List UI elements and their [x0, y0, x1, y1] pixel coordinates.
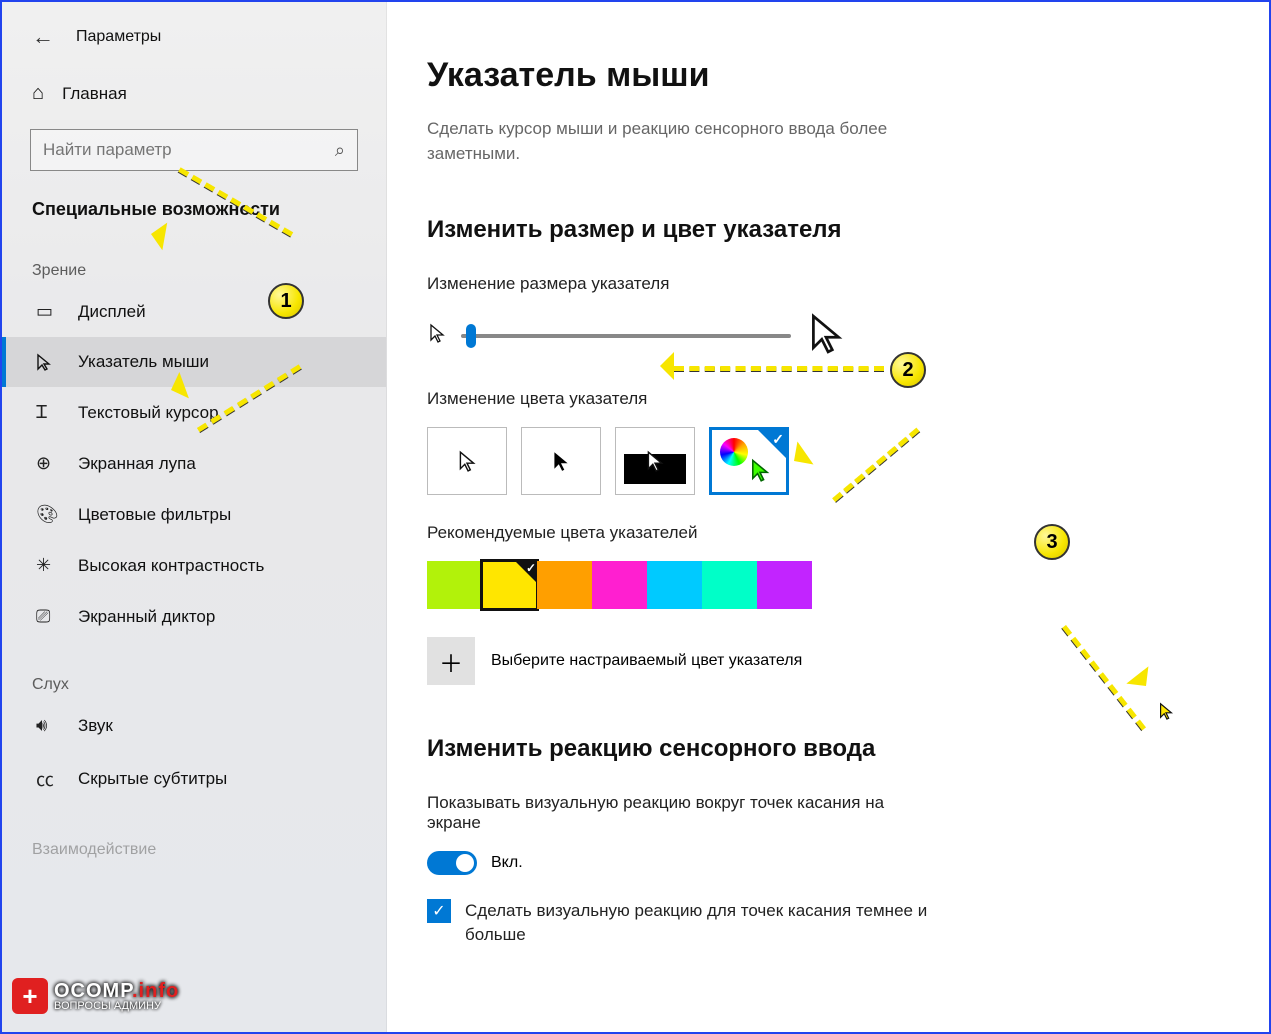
accessibility-title: Специальные возможности: [2, 189, 386, 228]
nav-magnifier[interactable]: ⊕ Экранная лупа: [2, 438, 386, 489]
pointer-color-black[interactable]: [521, 427, 601, 495]
category-hearing: Слух: [2, 642, 386, 700]
sidebar: ← Параметры ⌂ Главная ⌕ Специальные возм…: [2, 2, 387, 1032]
watermark-tagline: ВОПРОСЫ АДМИНУ: [54, 1001, 179, 1012]
back-arrow-icon[interactable]: ←: [32, 24, 54, 50]
category-interaction: Взаимодействие: [2, 807, 386, 865]
section-size-color: Изменить размер и цвет указателя: [427, 216, 1209, 244]
color-swatch[interactable]: [482, 561, 537, 609]
sound-icon: 🔊︎: [36, 715, 58, 736]
contrast-icon: ✳: [36, 555, 58, 576]
narrator-icon: ⎚: [36, 606, 58, 627]
nav-label: Цветовые фильтры: [78, 505, 231, 525]
watermark-brand: OCOMP.info: [54, 981, 179, 1001]
page-title: Указатель мыши: [427, 56, 1209, 95]
touch-feedback-label: Показывать визуальную реакцию вокруг точ…: [427, 793, 927, 833]
color-swatch[interactable]: [537, 561, 592, 609]
color-label: Изменение цвета указателя: [427, 389, 1209, 409]
pointer-icon: [36, 353, 58, 371]
toggle-knob: [456, 854, 474, 872]
nav-high-contrast[interactable]: ✳ Высокая контрастность: [2, 540, 386, 591]
page-description: Сделать курсор мыши и реакцию сенсорного…: [427, 117, 947, 166]
nav-closed-captions[interactable]: ㏄ Скрытые субтитры: [2, 751, 386, 807]
nav-narrator[interactable]: ⎚ Экранный диктор: [2, 591, 386, 642]
nav-home-label: Главная: [62, 84, 127, 104]
nav-mouse-pointer[interactable]: Указатель мыши: [2, 337, 386, 387]
text-cursor-icon: Ꮖ: [36, 402, 58, 423]
color-swatch[interactable]: [702, 561, 757, 609]
nav-label: Текстовый курсор: [78, 403, 219, 423]
color-swatch[interactable]: [427, 561, 482, 609]
touch-darker-checkbox[interactable]: ✓: [427, 899, 451, 923]
nav-label: Дисплей: [78, 302, 146, 322]
cursor-large-icon: [805, 312, 847, 359]
nav-label: Звук: [78, 716, 113, 736]
search-box[interactable]: ⌕: [30, 129, 358, 171]
home-icon: ⌂: [32, 82, 44, 105]
search-input[interactable]: [43, 140, 335, 160]
nav-label: Указатель мыши: [78, 352, 209, 372]
nav-label: Экранный диктор: [78, 607, 215, 627]
nav-text-cursor[interactable]: Ꮖ Текстовый курсор: [2, 387, 386, 438]
touch-darker-label: Сделать визуальную реакцию для точек кас…: [465, 899, 947, 947]
recommended-label: Рекомендуемые цвета указателей: [427, 523, 1209, 543]
slider-thumb[interactable]: [466, 324, 476, 348]
palette-icon: 🎨︎: [36, 504, 58, 525]
color-wheel-icon: [720, 438, 748, 466]
color-swatch[interactable]: [647, 561, 702, 609]
nav-display[interactable]: ▭ Дисплей: [2, 286, 386, 337]
nav-label: Экранная лупа: [78, 454, 196, 474]
cc-icon: ㏄: [36, 766, 58, 792]
category-vision: Зрение: [2, 228, 386, 286]
add-custom-color-button[interactable]: ＋: [427, 637, 475, 685]
search-icon: ⌕: [335, 140, 345, 161]
section-touch: Изменить реакцию сенсорного ввода: [427, 735, 1209, 763]
nav-label: Скрытые субтитры: [78, 769, 227, 789]
size-label: Изменение размера указателя: [427, 274, 1209, 294]
watermark-icon: +: [12, 978, 48, 1014]
pointer-size-slider[interactable]: [461, 334, 791, 338]
color-swatches: [427, 561, 1209, 609]
touch-feedback-toggle[interactable]: [427, 851, 477, 875]
arrow-head-icon: [646, 352, 674, 380]
pointer-color-white[interactable]: [427, 427, 507, 495]
nav-label: Высокая контрастность: [78, 556, 264, 576]
custom-color-label: Выберите настраиваемый цвет указателя: [491, 652, 802, 670]
pointer-color-options: [427, 427, 1209, 495]
app-title: Параметры: [76, 28, 161, 46]
cursor-small-icon: [427, 323, 447, 348]
pointer-color-inverted[interactable]: [615, 427, 695, 495]
annotation-cursor-icon: [1157, 702, 1175, 725]
watermark: + OCOMP.info ВОПРОСЫ АДМИНУ: [12, 978, 179, 1014]
nav-sound[interactable]: 🔊︎ Звук: [2, 700, 386, 751]
nav-home[interactable]: ⌂ Главная: [2, 68, 386, 119]
arrow-head-icon: [135, 218, 167, 250]
display-icon: ▭: [36, 301, 58, 322]
magnifier-icon: ⊕: [36, 453, 58, 474]
toggle-state-label: Вкл.: [491, 854, 523, 872]
color-swatch[interactable]: [757, 561, 812, 609]
color-swatch[interactable]: [592, 561, 647, 609]
main-content: Указатель мыши Сделать курсор мыши и реа…: [387, 2, 1269, 1032]
nav-color-filters[interactable]: 🎨︎ Цветовые фильтры: [2, 489, 386, 540]
